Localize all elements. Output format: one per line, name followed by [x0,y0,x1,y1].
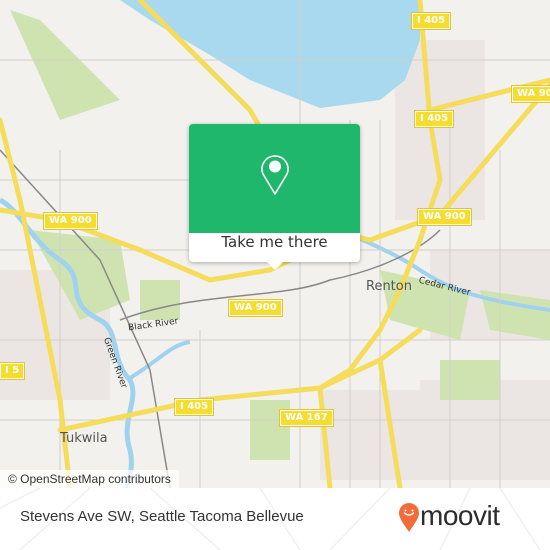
location-popup[interactable]: Take me there [189,124,360,270]
highway-shield: WA 167 [279,409,334,427]
highway-shield: WA 900 [511,85,550,103]
moovit-wordmark: moovit [420,500,500,531]
map-pin-icon [261,155,289,195]
location-title: Stevens Ave SW, Seattle Tacoma Bellevue [20,508,304,525]
map-view[interactable]: I 405 WA 900 I 405 WA 900 WA 900 WA 900 … [0,0,550,488]
popup-pointer [267,262,283,270]
place-label-renton: Renton [366,279,412,294]
highway-shield: I 5 [0,362,26,380]
highway-shield: I 405 [413,110,455,128]
moovit-pin-icon [399,503,419,532]
footer-bar: Stevens Ave SW, Seattle Tacoma Bellevue … [0,488,550,550]
moovit-logo[interactable]: moovit [398,500,538,535]
highway-shield: I 405 [410,12,452,30]
highway-shield: WA 900 [43,212,98,230]
popup-header [189,124,360,233]
highway-shield: WA 900 [417,208,472,226]
highway-shield: I 405 [173,398,215,416]
highway-shield: WA 900 [228,299,283,317]
place-label-tukwila: Tukwila [60,431,108,446]
map-attribution[interactable]: © OpenStreetMap contributors [0,470,179,488]
take-me-there-button[interactable]: Take me there [189,233,360,262]
